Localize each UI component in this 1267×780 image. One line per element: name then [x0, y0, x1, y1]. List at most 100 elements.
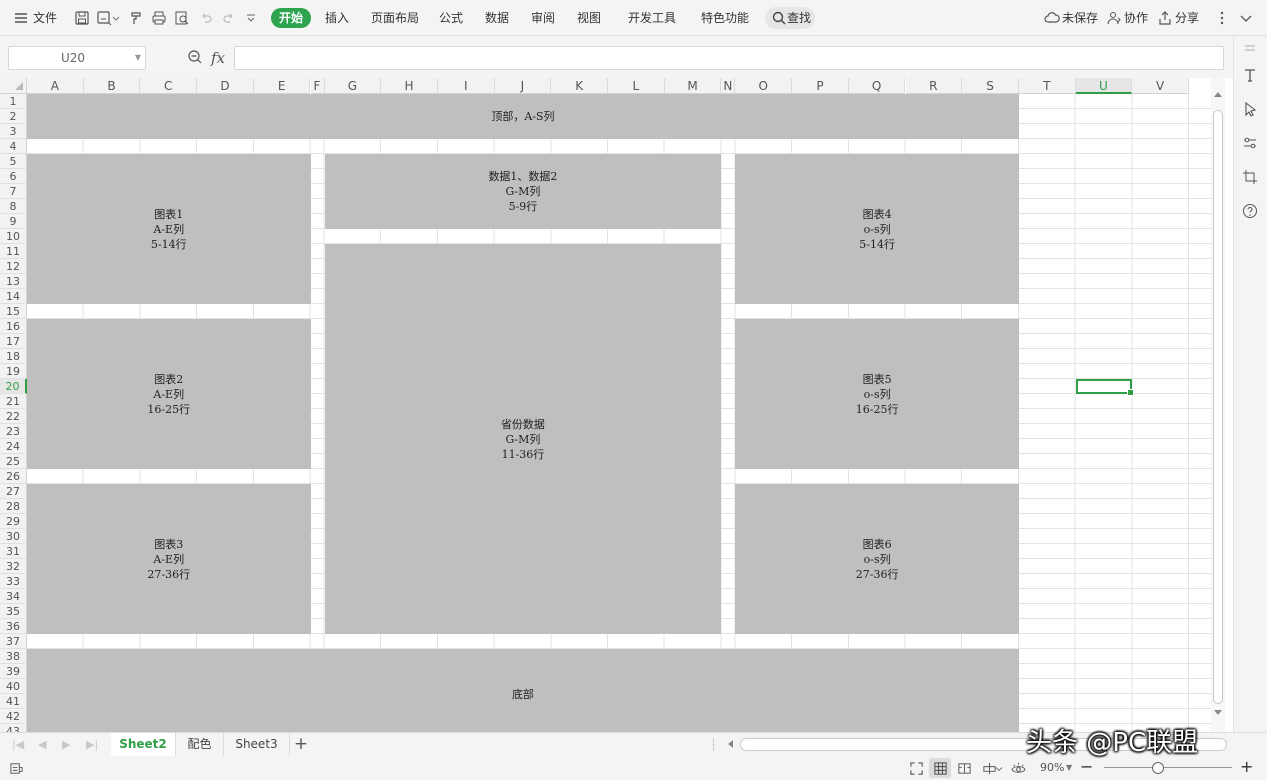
column-header[interactable]: I	[437, 78, 495, 94]
file-menu[interactable]: 文件	[33, 0, 57, 36]
text-tool-icon[interactable]	[1238, 63, 1262, 87]
formula-input[interactable]	[234, 46, 1224, 70]
row-header[interactable]: 15	[0, 304, 27, 319]
print-preview-icon[interactable]	[173, 9, 191, 27]
column-header[interactable]: L	[608, 78, 665, 94]
row-header[interactable]: 13	[0, 274, 27, 289]
collapse-ribbon-icon[interactable]	[1237, 9, 1255, 27]
column-header[interactable]: S	[962, 78, 1019, 94]
block-province[interactable]: 省份数据 G-M列 11-36行	[324, 244, 722, 634]
row-header[interactable]: 7	[0, 184, 27, 199]
row-header[interactable]: 41	[0, 694, 27, 709]
first-sheet-icon[interactable]: |◀	[12, 733, 24, 757]
row-header[interactable]: 39	[0, 664, 27, 679]
tab-data[interactable]: 数据	[485, 0, 509, 36]
zoom-slider[interactable]	[1104, 767, 1232, 768]
row-header[interactable]: 17	[0, 334, 27, 349]
row-header[interactable]: 31	[0, 544, 27, 559]
row-header[interactable]: 28	[0, 499, 27, 514]
scroll-left-icon[interactable]	[728, 740, 733, 748]
row-header[interactable]: 40	[0, 679, 27, 694]
fullscreen-icon[interactable]	[907, 759, 925, 777]
block-chart3[interactable]: 图表3 A-E列 27-36行	[27, 484, 311, 634]
row-header[interactable]: 1	[0, 94, 27, 109]
row-header[interactable]: 2	[0, 109, 27, 124]
row-header[interactable]: 30	[0, 529, 27, 544]
eye-protection-icon[interactable]	[1009, 759, 1027, 777]
column-header[interactable]: N	[721, 78, 736, 94]
tab-special-features[interactable]: 特色功能	[701, 0, 749, 36]
row-header[interactable]: 33	[0, 574, 27, 589]
row-header[interactable]: 19	[0, 364, 27, 379]
row-header[interactable]: 27	[0, 484, 27, 499]
sheet-tab-palette[interactable]: 配色	[176, 733, 224, 756]
column-header[interactable]: O	[735, 78, 793, 94]
prev-sheet-icon[interactable]: ◀	[38, 733, 46, 757]
zoom-slider-thumb[interactable]	[1152, 762, 1164, 774]
column-header[interactable]: G	[324, 78, 382, 94]
row-header[interactable]: 10	[0, 229, 27, 244]
row-header[interactable]: 38	[0, 649, 27, 664]
block-data12[interactable]: 数据1、数据2 G-M列 5-9行	[324, 154, 722, 229]
more-options-icon[interactable]	[1213, 9, 1231, 27]
share-button[interactable]: 分享	[1175, 0, 1199, 36]
row-header[interactable]: 25	[0, 454, 27, 469]
column-header[interactable]: U	[1075, 78, 1133, 94]
vertical-scroll-thumb[interactable]	[1213, 110, 1223, 704]
block-chart4[interactable]: 图表4 o-s列 5-14行	[735, 154, 1019, 304]
chevron-down-icon[interactable]	[995, 759, 1003, 777]
scroll-down-icon[interactable]	[1214, 710, 1222, 715]
sheet-tab-sheet3[interactable]: Sheet3	[224, 733, 290, 756]
column-header[interactable]: B	[83, 78, 141, 94]
zoom-level[interactable]: 90%	[1040, 756, 1064, 780]
vertical-scrollbar[interactable]	[1211, 78, 1225, 732]
block-chart5[interactable]: 图表5 o-s列 16-25行	[735, 319, 1019, 469]
macro-icon[interactable]	[7, 759, 25, 777]
column-header[interactable]: K	[551, 78, 608, 94]
row-header[interactable]: 12	[0, 259, 27, 274]
column-header[interactable]: A	[27, 78, 84, 94]
column-header[interactable]: Q	[848, 78, 906, 94]
column-header[interactable]: E	[253, 78, 311, 94]
block-chart1[interactable]: 图表1 A-E列 5-14行	[27, 154, 311, 304]
row-header[interactable]: 4	[0, 139, 27, 154]
settings-sliders-icon[interactable]	[1238, 131, 1262, 155]
column-header[interactable]: J	[494, 78, 552, 94]
column-header[interactable]: H	[381, 78, 438, 94]
select-cursor-icon[interactable]	[1238, 97, 1262, 121]
undo-icon[interactable]	[197, 9, 215, 27]
block-chart6[interactable]: 图表6 o-s列 27-36行	[735, 484, 1019, 634]
row-header[interactable]: 37	[0, 634, 27, 649]
column-header[interactable]: R	[905, 78, 963, 94]
zoom-formula-icon[interactable]	[186, 48, 204, 66]
column-header[interactable]: D	[197, 78, 254, 94]
chevron-down-icon[interactable]	[111, 9, 121, 27]
row-header[interactable]: 35	[0, 604, 27, 619]
row-header[interactable]: 3	[0, 124, 27, 139]
row-header[interactable]: 42	[0, 709, 27, 724]
fx-icon[interactable]: fx	[211, 46, 225, 70]
last-sheet-icon[interactable]: ▶|	[86, 733, 98, 757]
zoom-out-button[interactable]: −	[1080, 756, 1093, 780]
column-header[interactable]: C	[140, 78, 198, 94]
chevron-down-icon[interactable]: ▼	[135, 47, 141, 69]
row-header[interactable]: 22	[0, 409, 27, 424]
format-painter-icon[interactable]	[127, 9, 145, 27]
row-header[interactable]: 18	[0, 349, 27, 364]
tab-view[interactable]: 视图	[577, 0, 601, 36]
hamburger-menu-icon[interactable]	[12, 9, 30, 27]
tab-insert[interactable]: 插入	[325, 0, 349, 36]
row-header[interactable]: 14	[0, 289, 27, 304]
unsaved-status[interactable]: 未保存	[1062, 0, 1098, 36]
tab-home[interactable]: 开始	[271, 8, 311, 28]
block-chart2[interactable]: 图表2 A-E列 16-25行	[27, 319, 311, 469]
row-header[interactable]: 6	[0, 169, 27, 184]
column-header[interactable]: M	[664, 78, 722, 94]
name-box[interactable]: U20 ▼	[8, 46, 146, 70]
scroll-up-icon[interactable]	[1214, 92, 1222, 97]
row-header[interactable]: 20	[0, 379, 27, 394]
row-header[interactable]: 29	[0, 514, 27, 529]
zoom-in-button[interactable]: +	[1240, 756, 1253, 780]
row-header[interactable]: 11	[0, 244, 27, 259]
quick-access-dropdown-icon[interactable]	[244, 9, 258, 27]
